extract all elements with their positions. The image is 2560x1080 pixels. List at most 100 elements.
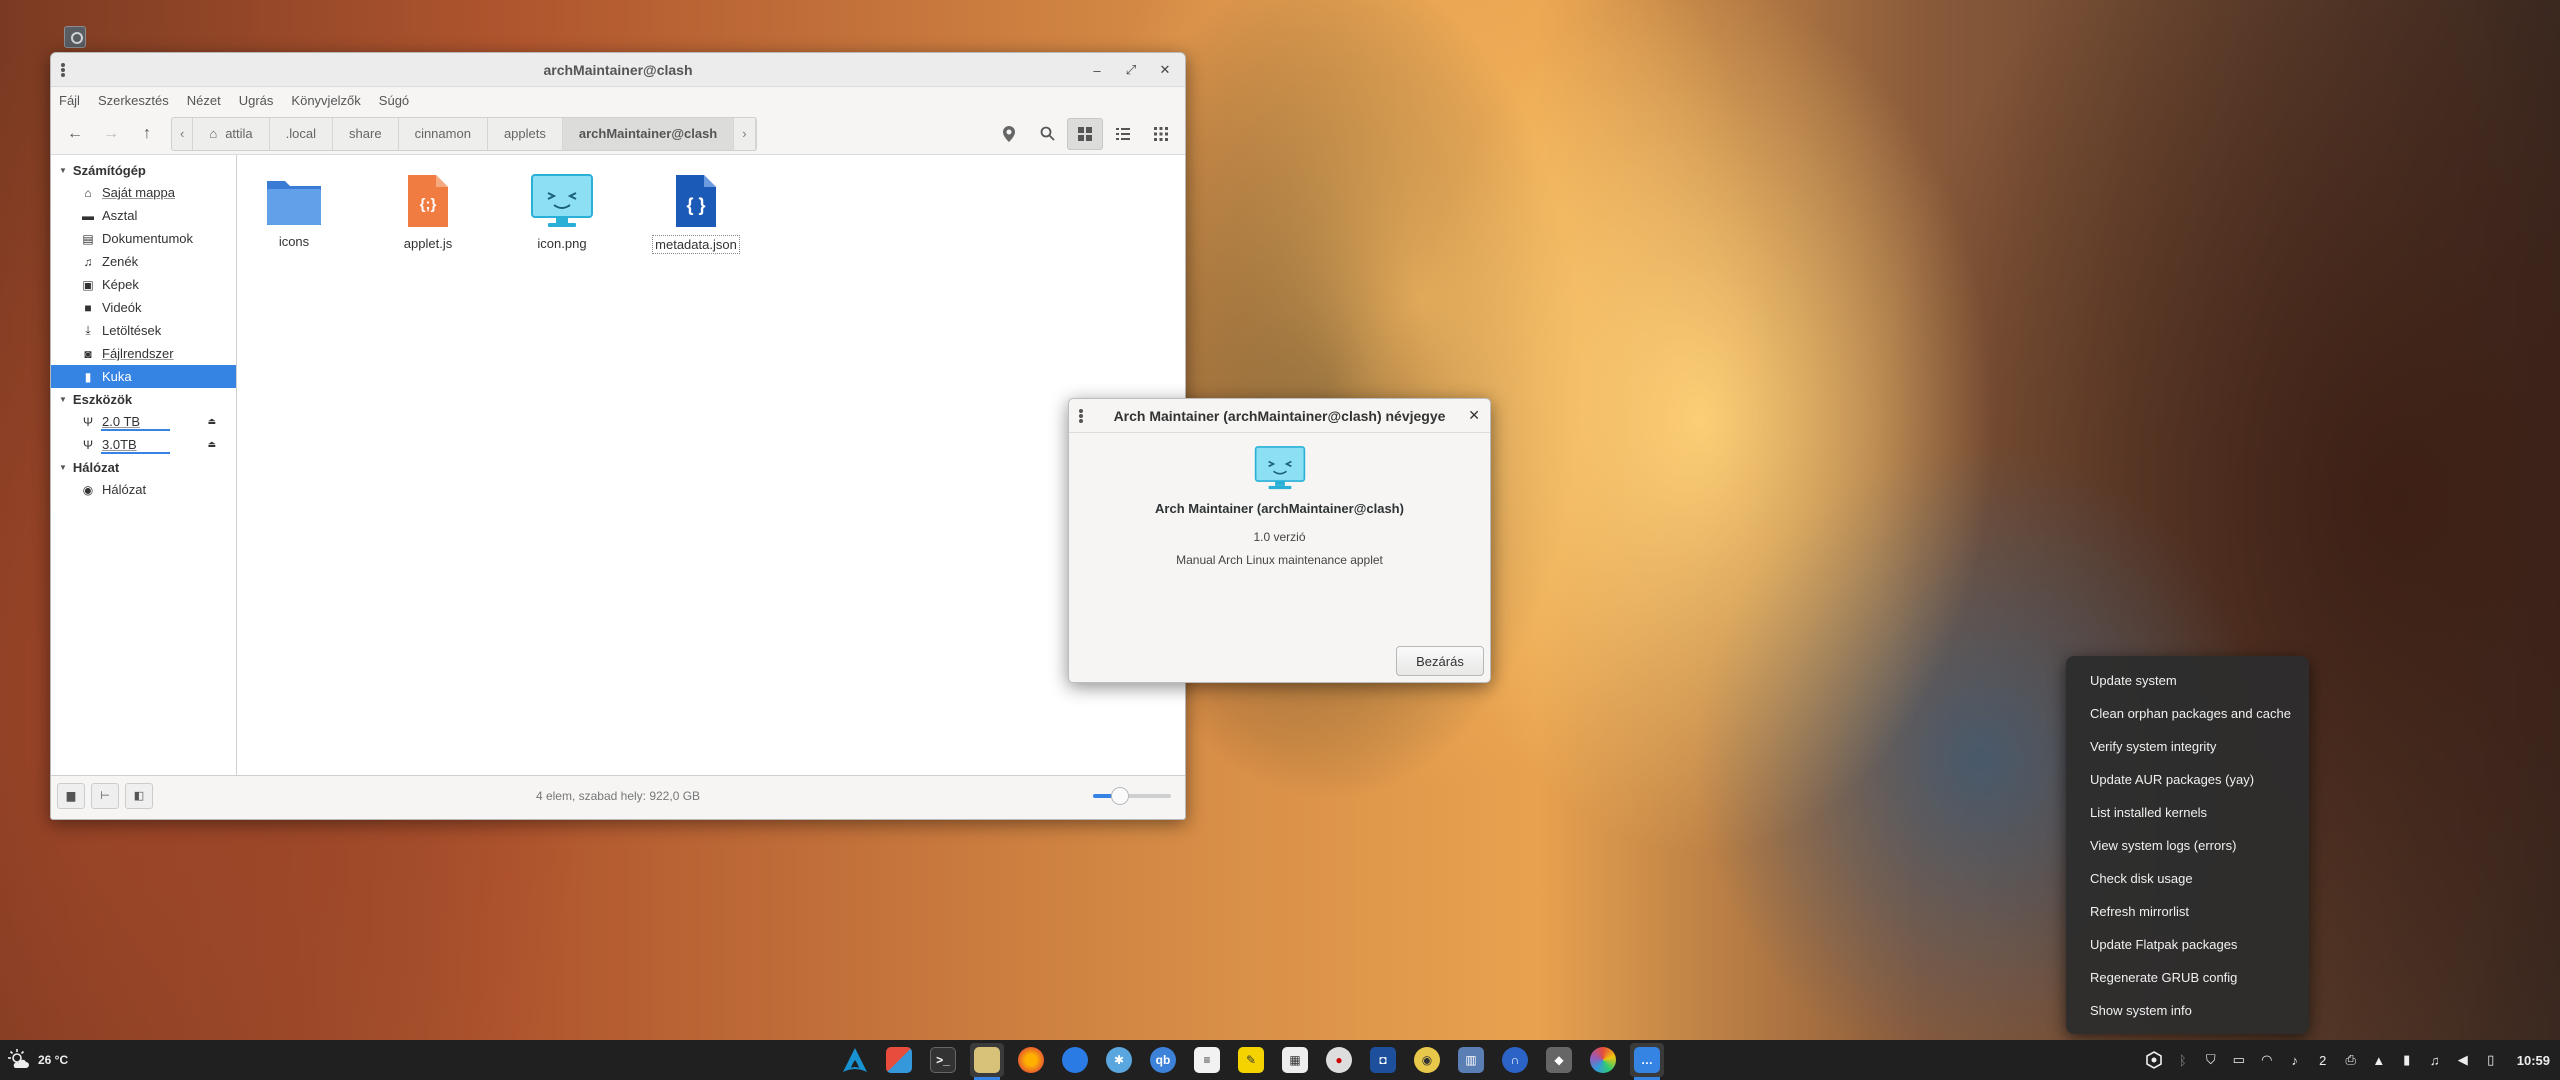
chat-app-icon[interactable]: [1058, 1043, 1092, 1077]
up-icon[interactable]: ↑: [129, 118, 165, 150]
qbittorrent-icon[interactable]: qb: [1146, 1043, 1180, 1077]
file-item-json[interactable]: { } metadata.json: [651, 173, 741, 254]
menu-item-refresh-mirrorlist[interactable]: Refresh mirrorlist: [2066, 895, 2309, 928]
breadcrumb-right-icon[interactable]: ›: [734, 117, 756, 150]
clock[interactable]: 10:59: [2517, 1053, 2550, 1068]
sidebar-item-downloads[interactable]: ⤓ Letöltések: [51, 319, 236, 342]
forward-icon[interactable]: →: [93, 118, 129, 150]
back-icon[interactable]: ←: [57, 118, 93, 150]
minimize-icon[interactable]: –: [1085, 59, 1109, 81]
sidebar-item-desktop[interactable]: ▬ Asztal: [51, 204, 236, 227]
notes-app-icon[interactable]: ✎: [1234, 1043, 1268, 1077]
breadcrumb-cinnamon[interactable]: cinnamon: [399, 117, 488, 150]
menu-file[interactable]: Fájl: [59, 93, 80, 108]
workspace-switcher-icon[interactable]: [882, 1043, 916, 1077]
breadcrumb-current[interactable]: archMaintainer@clash: [562, 117, 735, 150]
menu-edit[interactable]: Szerkesztés: [98, 93, 169, 108]
calculator-icon[interactable]: ▦: [1278, 1043, 1312, 1077]
window-menu-icon[interactable]: [1079, 409, 1083, 423]
sidebar-item-network[interactable]: ◉ Hálózat: [51, 478, 236, 501]
file-item-png[interactable]: icon.png: [517, 173, 607, 252]
menu-item-regenerate-grub[interactable]: Regenerate GRUB config: [2066, 961, 2309, 994]
sidebar-item-pictures[interactable]: ▣ Képek: [51, 273, 236, 296]
update-icon[interactable]: ▲: [2371, 1053, 2387, 1068]
network-tray-icon[interactable]: ▭: [2231, 1052, 2247, 1068]
menu-bookmarks[interactable]: Könyvjelzők: [291, 93, 360, 108]
sidebar-item-trash[interactable]: ▮ Kuka: [51, 365, 236, 388]
about-dialog-titlebar[interactable]: Arch Maintainer (archMaintainer@clash) n…: [1069, 399, 1490, 433]
sidebar-item-videos[interactable]: ■ Videók: [51, 296, 236, 319]
maximize-icon[interactable]: ⤢: [1119, 59, 1143, 81]
breadcrumb-applets[interactable]: applets: [488, 117, 563, 150]
media-player-icon[interactable]: ◉: [1410, 1043, 1444, 1077]
breadcrumb-local[interactable]: .local: [270, 117, 334, 150]
list-view-icon[interactable]: [1105, 118, 1141, 150]
menu-item-view-logs[interactable]: View system logs (errors): [2066, 829, 2309, 862]
file-manager-titlebar[interactable]: archMaintainer@clash – ⤢ ✕: [51, 53, 1185, 87]
printer-icon[interactable]: ⎙: [2343, 1052, 2359, 1068]
breadcrumb-share[interactable]: share: [333, 117, 399, 150]
system-monitor-icon[interactable]: ◘: [1366, 1043, 1400, 1077]
sidebar-item-music[interactable]: ♫ Zenék: [51, 250, 236, 273]
arch-menu-icon[interactable]: [838, 1043, 872, 1077]
zoom-slider-knob[interactable]: [1111, 787, 1129, 805]
wifi-icon[interactable]: ◠: [2259, 1052, 2275, 1068]
sidebar-item-documents[interactable]: ▤ Dokumentumok: [51, 227, 236, 250]
icon-view-icon[interactable]: [1067, 117, 1103, 150]
file-item-js[interactable]: {;} applet.js: [383, 173, 473, 252]
keyboard-icon[interactable]: ▮: [2399, 1052, 2415, 1068]
file-item-folder[interactable]: icons: [249, 173, 339, 250]
sidebar-item-drive-2tb[interactable]: Ψ 2.0 TB ⏏: [51, 410, 236, 433]
menu-item-system-info[interactable]: Show system info: [2066, 994, 2309, 1027]
archive-app-icon[interactable]: ▥: [1454, 1043, 1488, 1077]
breadcrumb-left-icon[interactable]: ‹: [172, 117, 194, 150]
terminal-icon[interactable]: >_: [926, 1043, 960, 1077]
search-icon[interactable]: [1029, 118, 1065, 150]
compact-view-icon[interactable]: [1143, 118, 1179, 150]
menu-item-update-flatpak[interactable]: Update Flatpak packages: [2066, 928, 2309, 961]
sidebar-section-network[interactable]: ▼ Hálózat: [51, 456, 236, 478]
menu-item-disk-usage[interactable]: Check disk usage: [2066, 862, 2309, 895]
sidebar-item-drive-3tb[interactable]: Ψ 3.0TB ⏏: [51, 433, 236, 456]
text-editor-icon[interactable]: ≡: [1190, 1043, 1224, 1077]
firefox-icon[interactable]: [1014, 1043, 1048, 1077]
disk-utility-icon[interactable]: ◆: [1542, 1043, 1576, 1077]
sidebar-item-home[interactable]: ⌂ Saját mappa: [51, 181, 236, 204]
headphones-app-icon[interactable]: ∩: [1498, 1043, 1532, 1077]
menu-item-verify-integrity[interactable]: Verify system integrity: [2066, 730, 2309, 763]
menu-view[interactable]: Nézet: [187, 93, 221, 108]
menu-item-update-aur[interactable]: Update AUR packages (yay): [2066, 763, 2309, 796]
sidebar-section-devices[interactable]: ▼ Eszközök: [51, 388, 236, 410]
close-button[interactable]: Bezárás: [1396, 646, 1484, 676]
file-view[interactable]: icons {;} applet.js icon.png {} metadat…: [237, 155, 1185, 775]
zoom-slider[interactable]: [1093, 787, 1171, 805]
notifications-icon[interactable]: ♪: [2287, 1053, 2303, 1068]
sidebar-item-filesystem[interactable]: ◙ Fájlrendszer: [51, 342, 236, 365]
menu-item-update-system[interactable]: Update system: [2066, 664, 2309, 697]
bluetooth-icon[interactable]: ᛒ: [2175, 1053, 2191, 1068]
eject-icon[interactable]: ⏏: [207, 439, 216, 450]
shield-icon[interactable]: ⛉: [2203, 1052, 2219, 1068]
menu-help[interactable]: Súgó: [379, 93, 409, 108]
active-window-icon[interactable]: …: [1630, 1043, 1664, 1080]
location-icon[interactable]: [991, 118, 1027, 150]
file-manager-app-icon[interactable]: [970, 1043, 1004, 1080]
music-tray-icon[interactable]: ♫: [2427, 1053, 2443, 1068]
weather-applet[interactable]: 26 °C: [0, 1049, 68, 1071]
sidebar-section-computer[interactable]: ▼ Számítógép: [51, 159, 236, 181]
volume-icon[interactable]: ◀: [2455, 1052, 2471, 1068]
settings-app-icon[interactable]: ✱: [1102, 1043, 1136, 1077]
breadcrumb-home[interactable]: ⌂ attila: [193, 117, 270, 150]
arch-maintainer-applet-icon[interactable]: [2145, 1051, 2163, 1069]
screenshot-app-icon[interactable]: ●: [1322, 1043, 1356, 1077]
close-icon[interactable]: ✕: [1153, 59, 1177, 81]
eject-icon[interactable]: ⏏: [207, 416, 216, 427]
display-icon[interactable]: ▯: [2483, 1052, 2499, 1068]
menu-item-clean-orphans[interactable]: Clean orphan packages and cache: [2066, 697, 2309, 730]
menu-go[interactable]: Ugrás: [239, 93, 274, 108]
close-icon[interactable]: ✕: [1468, 407, 1480, 424]
color-picker-icon[interactable]: [1586, 1043, 1620, 1077]
menu-item-list-kernels[interactable]: List installed kernels: [2066, 796, 2309, 829]
desktop-shortcut-icon[interactable]: [64, 26, 86, 48]
window-menu-icon[interactable]: [61, 63, 65, 77]
